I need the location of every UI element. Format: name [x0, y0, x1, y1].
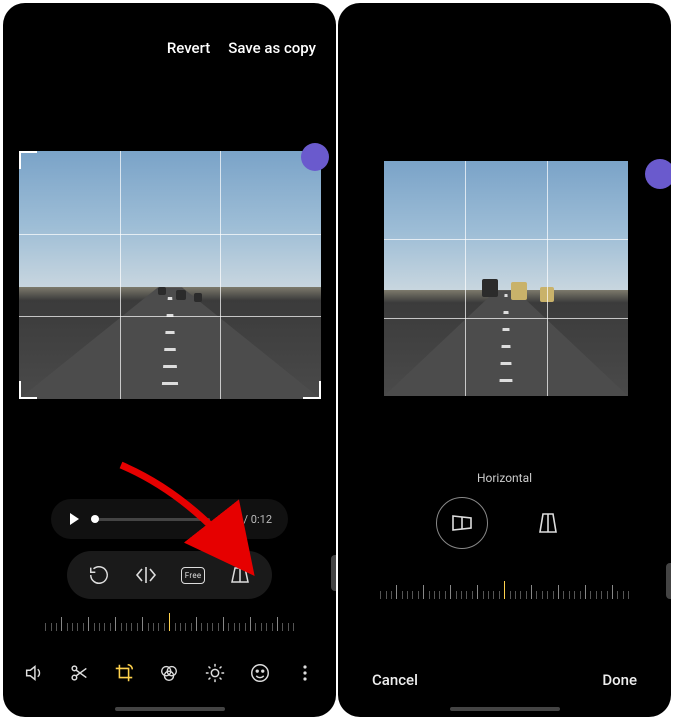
edit-fab[interactable]	[645, 159, 671, 189]
nav-handle	[115, 707, 225, 711]
perspective-icon[interactable]	[220, 555, 260, 595]
play-button[interactable]	[67, 512, 81, 526]
seek-track[interactable]	[91, 518, 210, 521]
edge-panel-handle[interactable]	[666, 563, 671, 599]
object-eraser-badge[interactable]	[301, 143, 329, 171]
save-as-copy-button[interactable]: Save as copy	[228, 39, 316, 57]
nav-handle	[450, 707, 560, 711]
crop-rotate-icon[interactable]	[107, 656, 141, 690]
perspective-footer: Cancel Done	[338, 671, 671, 689]
emoji-icon[interactable]	[243, 656, 277, 690]
brightness-icon[interactable]	[198, 656, 232, 690]
rotate-icon[interactable]	[79, 555, 119, 595]
volume-icon[interactable]	[17, 656, 51, 690]
bottom-toolbar	[3, 653, 336, 693]
perspective-vertical-button[interactable]	[522, 497, 574, 549]
rotation-ruler[interactable]	[43, 605, 296, 631]
filters-icon[interactable]	[152, 656, 186, 690]
aspect-ratio-button[interactable]: Free	[173, 555, 213, 595]
done-button[interactable]: Done	[602, 671, 637, 689]
more-icon[interactable]	[288, 656, 322, 690]
perspective-ruler[interactable]	[378, 573, 631, 599]
video-preview[interactable]	[384, 161, 628, 396]
revert-button[interactable]: Revert	[167, 39, 210, 57]
perspective-mode-label: Horizontal	[338, 471, 671, 485]
perspective-buttons	[338, 497, 671, 549]
time-display: 0:00 / 0:12	[220, 513, 272, 526]
cancel-button[interactable]: Cancel	[372, 671, 418, 689]
playback-bar: 0:00 / 0:12	[51, 499, 288, 539]
perspective-horizontal-button[interactable]	[436, 497, 488, 549]
crop-tool-row: Free	[67, 551, 272, 599]
video-preview[interactable]	[19, 151, 321, 399]
editor-screen-crop: Revert Save as copy	[3, 3, 336, 717]
flip-horizontal-icon[interactable]	[126, 555, 166, 595]
top-actions: Revert Save as copy	[3, 3, 336, 57]
editor-screen-perspective: Horizontal Cancel Done	[338, 3, 671, 717]
edge-panel-handle[interactable]	[331, 555, 336, 591]
scissors-icon[interactable]	[62, 656, 96, 690]
